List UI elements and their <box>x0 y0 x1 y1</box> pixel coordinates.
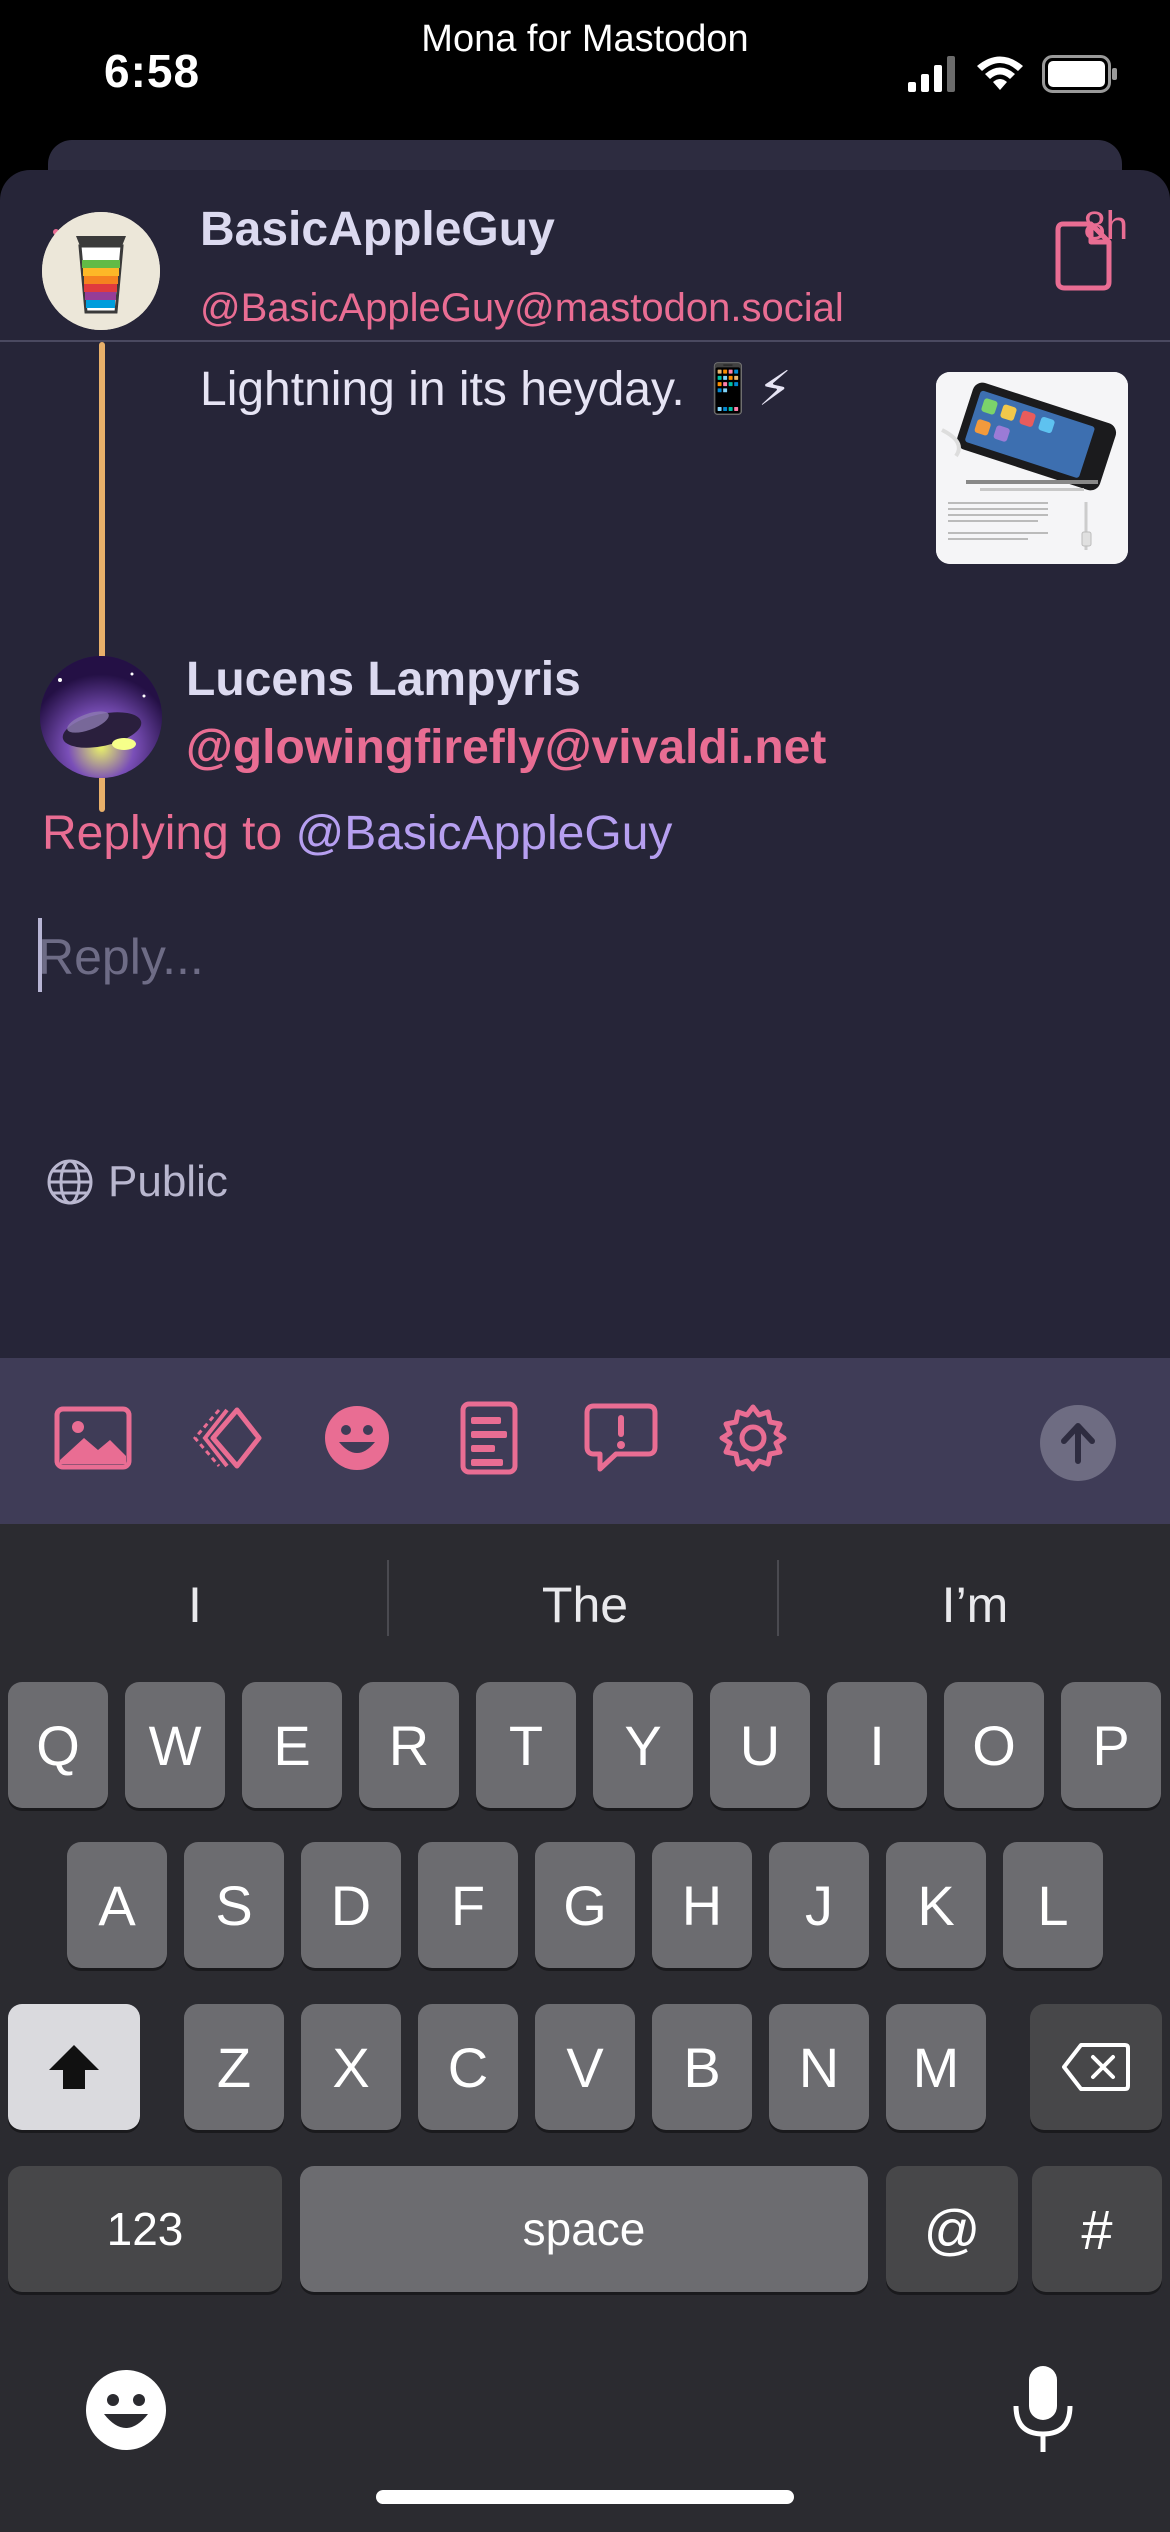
replying-to-label: Replying to @BasicAppleGuy <box>42 806 672 861</box>
key-n[interactable]: N <box>769 2004 869 2130</box>
original-author-handle[interactable]: @BasicAppleGuy@mastodon.social <box>200 286 844 331</box>
microphone-icon <box>1013 2366 1073 2452</box>
key-e[interactable]: E <box>242 1682 342 1808</box>
battery-icon <box>1042 55 1117 93</box>
suggestion-1[interactable]: I <box>0 1576 390 1634</box>
key-o[interactable]: O <box>944 1682 1044 1808</box>
status-indicators <box>908 52 1118 96</box>
keyboard: I The I’m Q W E R T Y U I O P A S D F G … <box>0 1524 1170 2532</box>
key-k[interactable]: K <box>886 1842 986 1968</box>
composer-author-name: Lucens Lampyris <box>186 653 581 706</box>
key-v[interactable]: V <box>535 2004 635 2130</box>
backspace-icon <box>1062 2043 1130 2091</box>
text-cursor <box>38 918 42 992</box>
composer-author-handle: @glowingfirefly@vivaldi.net <box>186 721 827 774</box>
space-key[interactable]: space <box>300 2166 868 2292</box>
key-a[interactable]: A <box>67 1842 167 1968</box>
original-author-avatar[interactable] <box>42 212 160 330</box>
key-j[interactable]: J <box>769 1842 869 1968</box>
key-w[interactable]: W <box>125 1682 225 1808</box>
shift-icon <box>49 2045 99 2089</box>
add-image-button[interactable] <box>53 1398 133 1478</box>
settings-icon <box>719 1404 787 1472</box>
emoji-icon <box>325 1406 389 1470</box>
shift-key[interactable] <box>8 2004 140 2130</box>
content-warning-button[interactable] <box>581 1398 661 1478</box>
send-button[interactable] <box>1040 1405 1116 1481</box>
at-key[interactable]: @ <box>886 2166 1018 2292</box>
suggestion-divider <box>777 1560 779 1636</box>
key-f[interactable]: F <box>418 1842 518 1968</box>
add-poll-button[interactable] <box>449 1398 529 1478</box>
key-r[interactable]: R <box>359 1682 459 1808</box>
globe-icon <box>47 1159 93 1205</box>
original-author-name[interactable]: BasicAppleGuy <box>200 202 555 257</box>
iphone-image-icon <box>936 372 1128 564</box>
key-c[interactable]: C <box>418 2004 518 2130</box>
image-icon <box>54 1406 132 1470</box>
key-u[interactable]: U <box>710 1682 810 1808</box>
add-gif-button[interactable] <box>185 1398 265 1478</box>
signal-icon <box>908 56 955 92</box>
key-h[interactable]: H <box>652 1842 752 1968</box>
key-i[interactable]: I <box>827 1682 927 1808</box>
key-x[interactable]: X <box>301 2004 401 2130</box>
emoji-keyboard-button[interactable] <box>84 2368 168 2452</box>
content-warning-icon <box>584 1403 658 1472</box>
numbers-key[interactable]: 123 <box>8 2166 282 2292</box>
key-d[interactable]: D <box>301 1842 401 1968</box>
reply-input[interactable] <box>38 912 1128 1002</box>
post-image-thumbnail[interactable] <box>936 372 1128 564</box>
key-p[interactable]: P <box>1061 1682 1161 1808</box>
compose-settings-button[interactable] <box>713 1398 793 1478</box>
key-g[interactable]: G <box>535 1842 635 1968</box>
post-timestamp: 8h <box>1083 204 1129 248</box>
composer-avatar[interactable] <box>40 656 162 778</box>
suggestion-2[interactable]: The <box>390 1576 780 1634</box>
key-l[interactable]: L <box>1003 1842 1103 1968</box>
status-bar: Mona for Mastodon 6:58 <box>0 0 1170 140</box>
dictation-button[interactable] <box>1008 2362 1078 2458</box>
suggestion-divider <box>387 1560 389 1636</box>
gif-icon <box>193 1407 262 1469</box>
key-t[interactable]: T <box>476 1682 576 1808</box>
key-s[interactable]: S <box>184 1842 284 1968</box>
firefly-avatar-icon <box>40 656 162 778</box>
suggestion-3[interactable]: I’m <box>780 1576 1170 1634</box>
wifi-icon <box>977 56 1023 90</box>
emoji-keyboard-icon <box>86 2370 166 2450</box>
key-z[interactable]: Z <box>184 2004 284 2130</box>
key-m[interactable]: M <box>886 2004 986 2130</box>
status-time: 6:58 <box>104 45 201 97</box>
arrow-up-icon <box>1061 1423 1095 1464</box>
replying-mention[interactable]: @BasicAppleGuy <box>295 807 672 860</box>
poll-icon <box>460 1401 518 1475</box>
key-y[interactable]: Y <box>593 1682 693 1808</box>
key-b[interactable]: B <box>652 2004 752 2130</box>
backspace-key[interactable] <box>1030 2004 1162 2130</box>
visibility-selector[interactable]: Public <box>46 1152 228 1212</box>
original-post-text: Lightning in its heyday. 📱⚡ <box>200 363 792 416</box>
visibility-label: Public <box>108 1157 228 1206</box>
add-emoji-button[interactable] <box>317 1398 397 1478</box>
cup-logo-icon <box>42 212 160 330</box>
compose-toolbar <box>0 1358 1170 1524</box>
home-indicator <box>376 2490 794 2504</box>
key-q[interactable]: Q <box>8 1682 108 1808</box>
hash-key[interactable]: # <box>1032 2166 1162 2292</box>
replying-prefix: Replying to <box>42 807 283 860</box>
